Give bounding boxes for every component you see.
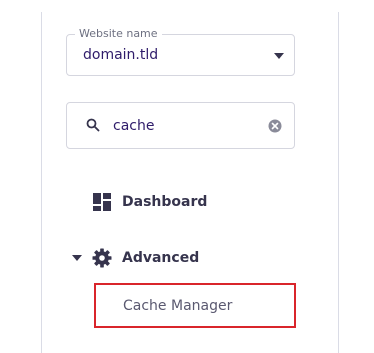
website-name-select[interactable]: Website name domain.tld	[66, 27, 295, 76]
sidebar-item-label: Dashboard	[122, 194, 208, 210]
dashboard-grid-icon	[93, 193, 111, 211]
gear-icon	[92, 248, 112, 268]
website-name-value: domain.tld	[83, 47, 159, 63]
caret-down-icon[interactable]	[72, 255, 82, 261]
search-field[interactable]	[66, 102, 295, 149]
clear-icon[interactable]	[268, 119, 282, 133]
panel-divider-right	[338, 12, 339, 353]
sidebar-item-advanced[interactable]: Advanced	[72, 248, 199, 268]
sidebar-subitem-label: Cache Manager	[123, 298, 233, 314]
sidebar-subitem-cache-manager[interactable]: Cache Manager	[94, 283, 296, 328]
panel-divider-left	[41, 12, 42, 353]
sidebar-item-dashboard[interactable]: Dashboard	[92, 192, 207, 212]
sidebar-item-label: Advanced	[122, 250, 200, 266]
search-icon	[86, 118, 100, 132]
search-input[interactable]	[113, 116, 253, 136]
hosting-sidebar-page: Website name domain.tld Dashboard	[0, 0, 374, 353]
website-name-label: Website name	[75, 27, 162, 41]
chevron-down-icon	[274, 53, 284, 59]
